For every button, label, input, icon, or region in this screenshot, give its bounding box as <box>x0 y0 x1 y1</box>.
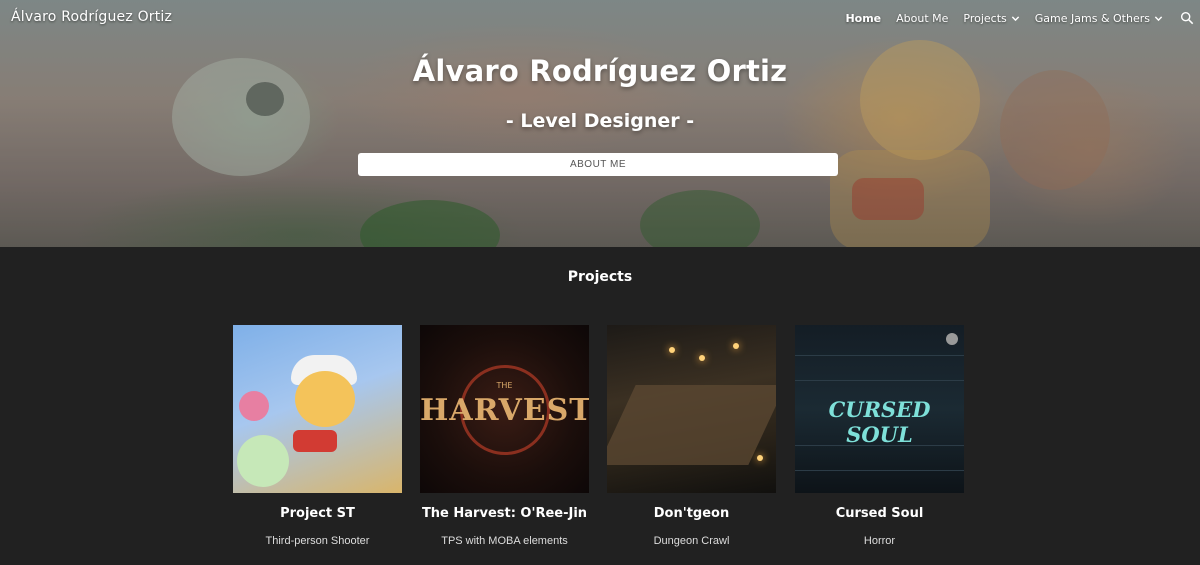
project-title[interactable]: Project ST <box>233 506 402 521</box>
plank-line-art <box>795 355 964 356</box>
hiro-badge-art <box>852 178 924 220</box>
hero-body-art <box>830 150 990 247</box>
project-card-dontgeon[interactable]: Don'tgeon Dungeon Crawl <box>607 325 776 547</box>
site-title-link[interactable]: Álvaro Rodríguez Ortiz <box>11 9 172 25</box>
nav-item-home[interactable]: Home <box>845 12 881 25</box>
project-card-the-harvest[interactable]: THE HARVEST The Harvest: O'Ree-Jin TPS w… <box>420 325 589 547</box>
project-genre: TPS with MOBA elements <box>441 535 568 547</box>
hero-role: - Level Designer - <box>505 110 695 132</box>
torch-light-art <box>757 455 763 461</box>
nav-menu: Home About Me Projects Game Jams & Other… <box>845 9 1200 27</box>
hero-text: Álvaro Rodríguez Ortiz - Level Designer … <box>0 54 1200 132</box>
project-genre: Horror <box>863 535 896 547</box>
leaf-art <box>360 200 500 247</box>
hiro-badge-art <box>293 430 337 452</box>
hero-face-art <box>295 371 355 427</box>
project-title[interactable]: The Harvest: O'Ree-Jin <box>420 506 589 521</box>
nav-item-label: About Me <box>896 11 949 25</box>
project-genre: Third-person Shooter <box>265 535 370 547</box>
about-me-button[interactable]: ABOUT ME <box>358 153 838 176</box>
section-title: Projects <box>567 269 633 285</box>
dungeon-floor-art <box>607 385 776 465</box>
torch-light-art <box>699 355 705 361</box>
nav-item-about-me[interactable]: About Me <box>896 12 948 25</box>
project-thumbnail[interactable]: CURSED SOUL <box>795 325 964 493</box>
torch-light-art <box>733 343 739 349</box>
nav-item-label: Projects <box>963 11 1007 25</box>
pink-character-art <box>239 391 269 421</box>
plank-line-art <box>795 380 964 381</box>
thumbnail-logo: CURSED SOUL <box>828 397 931 447</box>
nav-item-label: Home <box>845 11 882 25</box>
hero-name: Álvaro Rodríguez Ortiz <box>412 54 788 88</box>
chevron-down-icon <box>1011 15 1019 21</box>
project-thumbnail[interactable] <box>607 325 776 493</box>
projects-section: Projects Project ST Third-person Shooter… <box>0 247 1200 565</box>
plank-line-art <box>795 470 964 471</box>
project-card-cursed-soul[interactable]: CURSED SOUL Cursed Soul Horror <box>795 325 964 547</box>
robot-art <box>237 435 289 487</box>
project-thumbnail[interactable] <box>233 325 402 493</box>
project-genre: Dungeon Crawl <box>653 535 730 547</box>
search-icon[interactable] <box>1180 11 1194 25</box>
nav-item-game-jams[interactable]: Game Jams & Others <box>1035 12 1163 25</box>
project-title[interactable]: Don'tgeon <box>607 506 776 521</box>
project-title[interactable]: Cursed Soul <box>795 506 964 521</box>
nav-item-label: Game Jams & Others <box>1034 11 1150 25</box>
top-navigation: Álvaro Rodríguez Ortiz Home About Me Pro… <box>0 0 1200 36</box>
project-card-project-st[interactable]: Project ST Third-person Shooter <box>233 325 402 547</box>
torch-light-art <box>669 347 675 353</box>
nav-item-projects[interactable]: Projects <box>963 12 1019 25</box>
corner-icon <box>946 333 958 345</box>
leaf-art <box>640 190 760 247</box>
project-thumbnail[interactable]: THE HARVEST <box>420 325 589 493</box>
thumbnail-logo: HARVEST <box>420 393 589 428</box>
chevron-down-icon <box>1154 15 1163 21</box>
thumbnail-logo-small: THE <box>496 381 513 390</box>
